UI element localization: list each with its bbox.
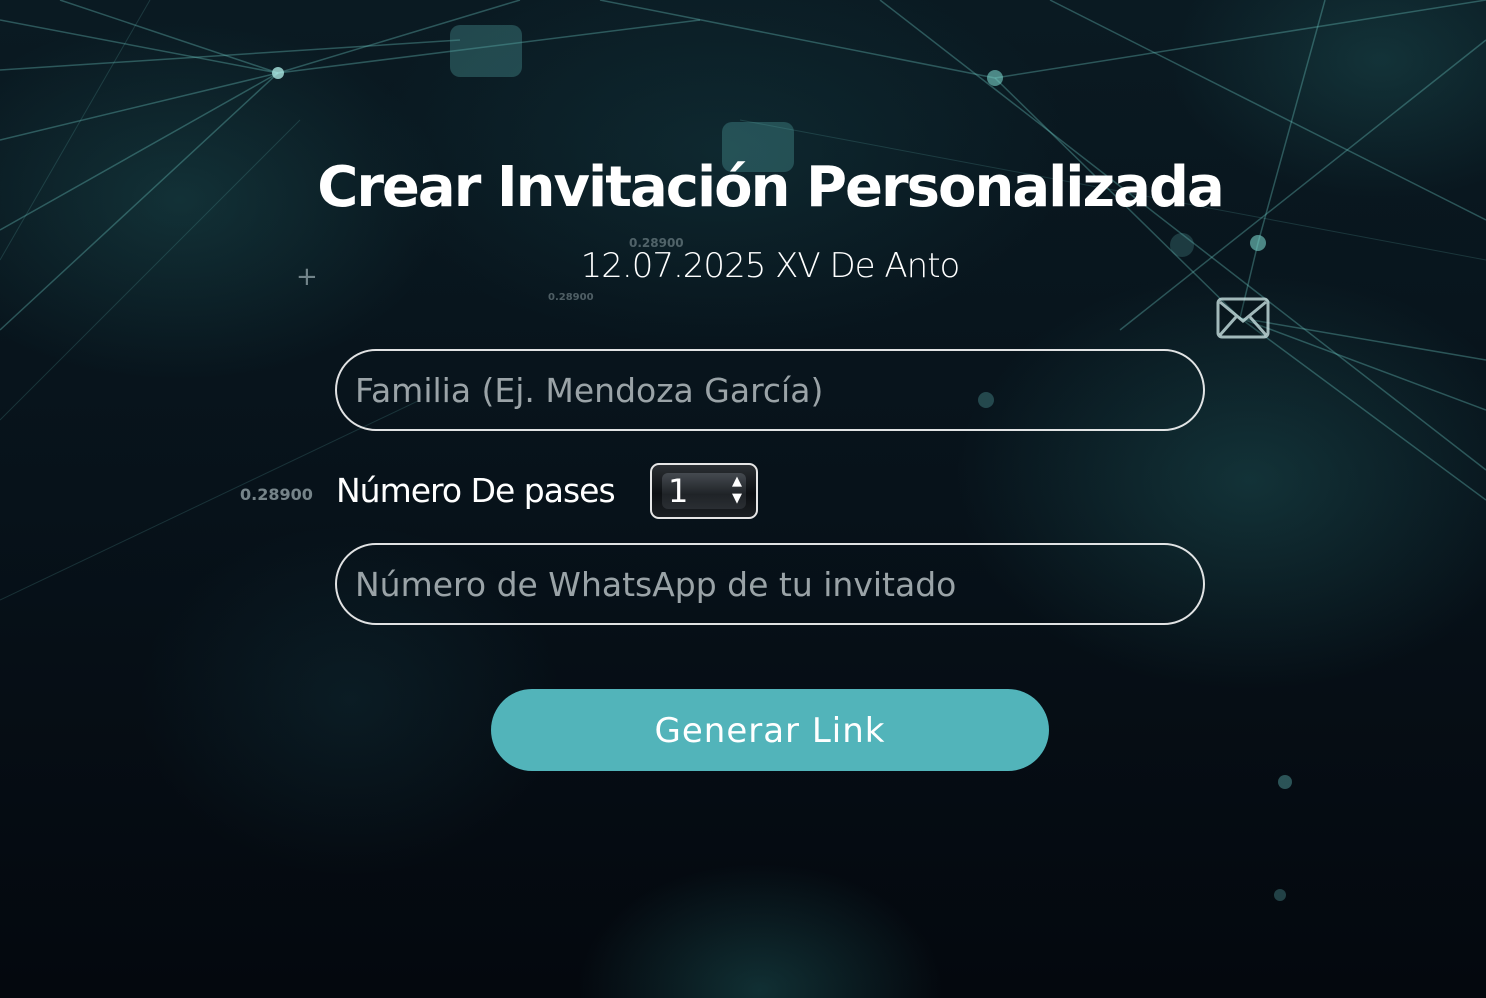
page-background: 0.28900 0.28900 0.28900 + Crear Invitaci… [0,0,1486,998]
page-title: Crear Invitación Personalizada [317,155,1225,220]
familia-field [335,349,1205,431]
event-subtitle: 12.07.2025 XV De Anto [580,246,961,286]
whatsapp-field [335,543,1205,625]
familia-input[interactable] [337,351,1203,429]
decorative-number: 0.28900 [240,485,313,504]
decrement-arrow-icon[interactable]: ▼ [728,491,746,507]
passes-value: 1 [668,472,689,510]
decorative-number: 0.28900 [548,292,594,303]
envelope-icon [1216,297,1270,339]
increment-arrow-icon[interactable]: ▲ [728,474,746,490]
passes-stepper[interactable]: 1 ▲ ▼ [650,463,758,519]
passes-label: Número De pases [336,471,616,510]
generate-link-button[interactable]: Generar Link [491,689,1049,771]
whatsapp-input[interactable] [337,545,1203,623]
